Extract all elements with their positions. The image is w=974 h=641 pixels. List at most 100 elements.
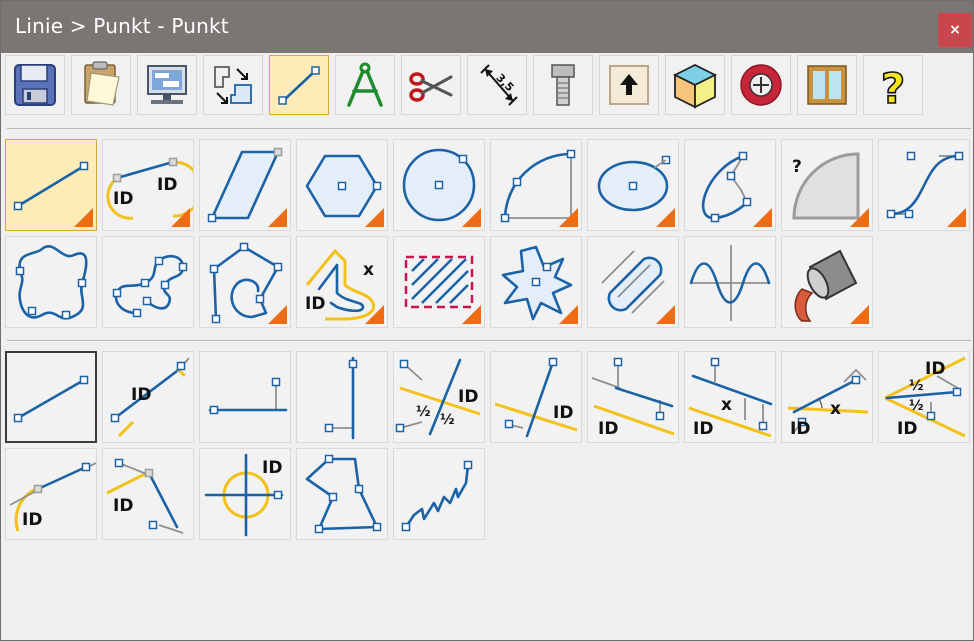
wavy-closed-curve-icon [15, 245, 88, 320]
line-zigzag[interactable] [393, 448, 485, 540]
separator [7, 340, 971, 341]
dialog-window: Linie > Punkt - Punkt × 3,5 ? ID ID ? x … [0, 0, 974, 641]
compass-icon [347, 62, 383, 107]
line-polyline[interactable] [296, 448, 388, 540]
close-button[interactable]: × [938, 13, 972, 47]
line-point-point-icon [13, 375, 89, 423]
shape-sine-wave[interactable] [684, 236, 776, 328]
help-button[interactable]: ? [863, 55, 923, 115]
screw-button[interactable] [533, 55, 593, 115]
window-title: Linie > Punkt - Punkt [15, 14, 229, 38]
id-label: ID [925, 359, 945, 379]
expand-marker [365, 208, 384, 227]
expand-marker [656, 305, 675, 324]
clipboard-icon [84, 61, 120, 106]
parallel-line-icon: ID [591, 357, 675, 439]
shape-spline-curve[interactable] [684, 139, 776, 231]
expand-marker [462, 305, 481, 324]
shape-slot[interactable] [587, 236, 679, 328]
cube-icon [672, 63, 718, 109]
screw-icon [551, 64, 575, 106]
upload-button[interactable] [599, 55, 659, 115]
line-angle-bisector[interactable]: ID ½ ½ ID [878, 351, 970, 443]
id-label: ID [305, 294, 325, 314]
vertical-line-icon [324, 356, 358, 440]
shape-hatched-rectangle[interactable] [393, 236, 485, 328]
line-parallel[interactable]: ID [587, 351, 679, 443]
expand-marker [947, 208, 966, 227]
separator [7, 128, 971, 129]
shape-line-arc-id[interactable]: ID ID [102, 139, 194, 231]
half-label: ½ [909, 398, 924, 414]
compass-button[interactable] [335, 55, 395, 115]
polyline-icon [305, 454, 382, 534]
paste-button[interactable] [71, 55, 131, 115]
dimension-icon: 3,5 [480, 64, 518, 106]
upload-icon [609, 65, 649, 105]
line-point-point[interactable] [5, 351, 97, 443]
horizontal-line-icon [208, 377, 288, 415]
shape-paint-bucket[interactable] [781, 236, 873, 328]
line-parallel-distance[interactable]: x ID [684, 351, 776, 443]
tangent-line-icon: ID [9, 462, 96, 532]
zigzag-line-icon [401, 460, 473, 532]
cube-button[interactable] [665, 55, 725, 115]
angle-bisector-icon: ID ½ ½ ID [884, 356, 966, 439]
save-icon [14, 64, 56, 106]
line-angle-id[interactable]: ID [490, 351, 582, 443]
id-label: ID [262, 458, 282, 478]
shape-unknown[interactable]: ? [781, 139, 873, 231]
id-label: ID [693, 419, 713, 439]
saw-button[interactable] [731, 55, 791, 115]
dimension-button[interactable]: 3,5 [467, 55, 527, 115]
cut-button[interactable] [401, 55, 461, 115]
window-button[interactable] [797, 55, 857, 115]
line-angle-id-icon: ID [494, 357, 578, 438]
dimension-label: 3,5 [493, 71, 516, 94]
line-id-angle[interactable]: ID [102, 351, 194, 443]
shape-s-curve[interactable] [878, 139, 970, 231]
expand-marker [753, 208, 772, 227]
help-label: ? [881, 64, 905, 113]
shape-circle[interactable] [393, 139, 485, 231]
computer-button[interactable] [137, 55, 197, 115]
save-button[interactable] [5, 55, 65, 115]
question-label: ? [792, 157, 802, 177]
line-horizontal[interactable] [199, 351, 291, 443]
line-bisector[interactable]: ID ½ ½ [393, 351, 485, 443]
arrange-icon [214, 66, 252, 104]
shape-ellipse[interactable] [587, 139, 679, 231]
line-vertical[interactable] [296, 351, 388, 443]
crosshair-circle-icon: ID [204, 453, 284, 537]
expand-marker [656, 208, 675, 227]
shape-parallelogram[interactable] [199, 139, 291, 231]
shape-snake-curve[interactable] [102, 236, 194, 328]
line-crosshair-circle[interactable]: ID [199, 448, 291, 540]
arrange-button[interactable] [203, 55, 263, 115]
expand-marker [850, 208, 869, 227]
id-label: ID [790, 419, 810, 439]
line-perpendicular[interactable]: ID [102, 448, 194, 540]
half-label: ½ [909, 378, 924, 394]
shape-line-point-point[interactable] [5, 139, 97, 231]
shape-polygon-curve[interactable] [199, 236, 291, 328]
line-button[interactable] [269, 55, 329, 115]
parallel-distance-icon: x ID [688, 357, 773, 439]
saw-icon [740, 64, 782, 106]
computer-icon [147, 65, 187, 104]
shape-offset-contour[interactable]: x ID [296, 236, 388, 328]
shape-wavy-closed-curve[interactable] [5, 236, 97, 328]
x-label: x [721, 395, 732, 415]
expand-marker [559, 305, 578, 324]
line-tangent[interactable]: ID [5, 448, 97, 540]
id-label: ID [22, 510, 42, 530]
expand-marker [74, 208, 93, 227]
title-bar: Linie > Punkt - Punkt × [1, 1, 973, 53]
id-label: ID [131, 385, 151, 405]
angle-distance-icon: x ID [787, 368, 869, 439]
half-label: ½ [440, 412, 455, 428]
line-angle-distance[interactable]: x ID [781, 351, 873, 443]
shape-arc[interactable] [490, 139, 582, 231]
shape-star[interactable] [490, 236, 582, 328]
shape-hexagon[interactable] [296, 139, 388, 231]
